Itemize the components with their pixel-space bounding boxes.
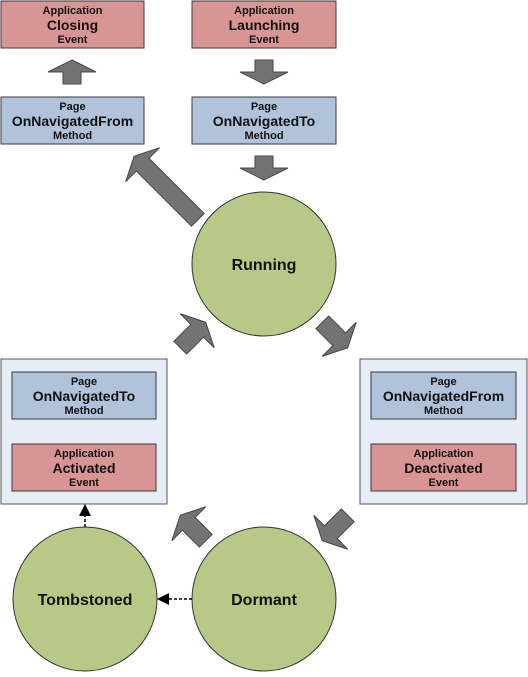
box-bottom-text: Event (69, 477, 99, 489)
state-tombstoned: Tombstoned (12, 526, 158, 672)
state-running: Running (191, 191, 337, 337)
state-label: Dormant (231, 592, 297, 609)
box-bottom-text: Method (64, 405, 103, 417)
box-main-text: OnNavigatedFrom (12, 113, 133, 129)
box-bottom-text: Event (429, 477, 459, 489)
box-main-text: Launching (229, 17, 300, 33)
box-main-text: Closing (47, 17, 98, 33)
box-top-text: Page (251, 101, 277, 113)
box-nav-to-left: PageOnNavigatedToMethod (11, 371, 157, 420)
box-launching: ApplicationLaunchingEvent (191, 0, 337, 49)
state-label: Tombstoned (38, 592, 133, 609)
arrow-navto-to-running-icon (239, 155, 289, 181)
box-main-text: OnNavigatedTo (213, 113, 315, 129)
box-top-text: Application (43, 5, 103, 17)
arrow-to-closing-icon (47, 59, 97, 85)
box-deactivated: ApplicationDeactivatedEvent (370, 443, 517, 492)
box-top-text: Page (59, 101, 85, 113)
box-top-text: Application (234, 5, 294, 17)
box-main-text: Activated (52, 460, 115, 476)
box-top-text: Page (430, 376, 456, 388)
box-top-text: Page (71, 376, 97, 388)
box-bottom-text: Event (249, 34, 279, 46)
arrow-running-to-navfrom-icon (125, 147, 205, 227)
box-bottom-text: Method (53, 130, 92, 142)
state-dormant: Dormant (191, 526, 337, 672)
box-nav-to-top: PageOnNavigatedToMethod (191, 96, 337, 145)
box-bottom-text: Method (424, 405, 463, 417)
box-top-text: Application (414, 448, 474, 460)
box-bottom-text: Method (244, 130, 283, 142)
state-label: Running (232, 257, 297, 274)
box-main-text: OnNavigatedTo (33, 388, 135, 404)
arrow-launching-to-navto-icon (239, 59, 289, 85)
box-nav-from-right: PageOnNavigatedFromMethod (370, 371, 517, 420)
box-closing: ApplicationClosingEvent (0, 0, 145, 49)
box-nav-from-top: PageOnNavigatedFromMethod (0, 96, 145, 145)
box-bottom-text: Event (58, 34, 88, 46)
box-main-text: OnNavigatedFrom (383, 388, 504, 404)
app-lifecycle-diagram: ApplicationClosingEventApplicationLaunch… (0, 0, 528, 672)
box-main-text: Deactivated (404, 460, 483, 476)
box-activated: ApplicationActivatedEvent (11, 443, 157, 492)
box-top-text: Application (54, 448, 114, 460)
